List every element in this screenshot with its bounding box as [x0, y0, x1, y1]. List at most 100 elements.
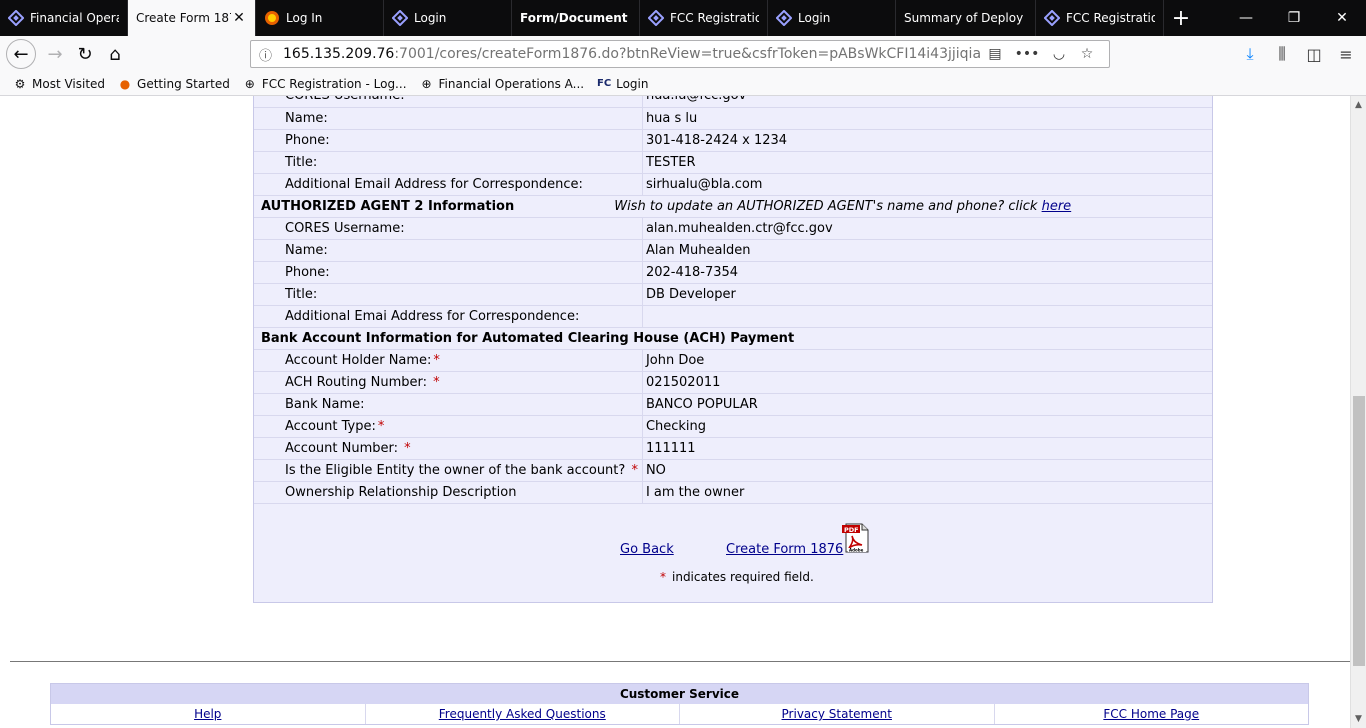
form-row: Name: hua s lu: [254, 107, 1212, 130]
footer-link[interactable]: FCC Home Page: [995, 704, 1309, 724]
globe-icon: ⊕: [421, 76, 432, 91]
firefox-icon: ●: [119, 76, 131, 91]
menu-button[interactable]: ≡: [1330, 39, 1362, 69]
bookmark-item[interactable]: FC Login: [596, 76, 648, 92]
field-value: 111111: [642, 437, 1212, 460]
form-row: Phone: 301-418-2424 x 1234: [254, 129, 1212, 152]
svg-text:Adobe: Adobe: [849, 547, 864, 552]
bookmark-label: FCC Registration - Log...: [261, 76, 407, 91]
tab-7[interactable]: Summary of Deploy: [896, 0, 1036, 36]
required-star: *: [631, 462, 638, 478]
required-star: *: [377, 418, 385, 434]
field-value: NO: [642, 459, 1212, 482]
field-value: 021502011: [642, 371, 1212, 394]
footer-link[interactable]: Frequently Asked Questions: [366, 704, 680, 724]
update-agent-here-link[interactable]: here: [1042, 199, 1072, 214]
adobe-pdf-icon[interactable]: PDF Adobe: [840, 522, 872, 554]
tab-8[interactable]: FCC Registration: [1036, 0, 1164, 36]
tab-1[interactable]: Create Form 1876✕: [128, 0, 256, 36]
field-label: Bank Name:: [254, 393, 643, 416]
forward-button[interactable]: →: [40, 39, 70, 69]
section-title: AUTHORIZED AGENT 2 Information: [261, 198, 515, 214]
go-back-link[interactable]: Go Back: [620, 542, 674, 557]
navigation-toolbar: ← → ↻ ⌂ ⓘ 165.135.209.76:7001/cores/crea…: [0, 36, 1366, 72]
tab-label: Form/Document Se: [520, 11, 631, 25]
reload-button[interactable]: ↻: [70, 39, 100, 69]
reader-view-icon[interactable]: ▤: [981, 46, 1009, 62]
library-button[interactable]: ⫼: [1266, 39, 1298, 69]
reload-icon: ↻: [77, 43, 93, 65]
minimize-icon[interactable]: —: [1222, 0, 1270, 36]
field-value: 202-418-7354: [642, 261, 1212, 284]
bookmark-label: Login: [616, 76, 649, 91]
bookmark-label: Financial Operations A...: [438, 76, 585, 91]
field-label-text: CORES Username:: [285, 220, 405, 236]
firefox-icon: [264, 10, 280, 26]
gear-icon: ⚙: [14, 76, 26, 91]
home-button[interactable]: ⌂: [100, 39, 130, 69]
url-bar[interactable]: ⓘ 165.135.209.76:7001/cores/createForm18…: [250, 40, 1110, 68]
tab-0[interactable]: Financial Operat: [0, 0, 128, 36]
sidebar-button[interactable]: ◫: [1298, 39, 1330, 69]
form-row: Title: DB Developer: [254, 283, 1212, 306]
field-label: CORES Username:*: [254, 96, 643, 108]
field-value: DB Developer: [642, 283, 1212, 306]
field-label: Additional Email Address for Corresponde…: [254, 173, 643, 196]
create-form-1876-link[interactable]: Create Form 1876: [726, 542, 843, 557]
tab-5[interactable]: FCC Registration: [640, 0, 768, 36]
field-label-text: Bank Name:: [285, 396, 365, 412]
field-label-text: Additional Email Address for Corresponde…: [285, 176, 583, 192]
bookmark-item[interactable]: ● Getting Started: [117, 76, 230, 92]
bookmark-item[interactable]: ⊕ FCC Registration - Log...: [242, 76, 407, 92]
scroll-up-icon[interactable]: ▲: [1351, 96, 1366, 114]
section-cell: AUTHORIZED AGENT 2 Information Wish to up…: [254, 195, 1212, 218]
field-label-text: Account Holder Name:: [285, 352, 432, 368]
footer-link[interactable]: Help: [51, 704, 366, 724]
site-info-icon[interactable]: ⓘ: [259, 45, 277, 64]
field-value: TESTER: [642, 151, 1212, 174]
bookmarks-toolbar: ⚙ Most Visited ● Getting Started ⊕ FCC Regist…: [0, 72, 1366, 96]
globe-icon: ⊕: [244, 76, 255, 91]
form-actions: Go Back Create Form 1876 PDF Adobe * indi…: [254, 504, 1212, 602]
tab-6[interactable]: Login: [768, 0, 896, 36]
form-row: Additional Email Address for Corresponde…: [254, 173, 1212, 196]
back-button[interactable]: ←: [6, 39, 36, 69]
form-review-table: CORES Username:*hua.lu@fcc.govName:hua s…: [254, 96, 1212, 504]
field-label-text: CORES Username:: [285, 96, 405, 103]
close-window-icon[interactable]: ✕: [1318, 0, 1366, 36]
field-label: ACH Routing Number: *: [254, 371, 643, 394]
pocket-icon[interactable]: ◡: [1045, 46, 1073, 62]
scrollbar-thumb[interactable]: [1353, 396, 1365, 666]
footer-link[interactable]: Privacy Statement: [680, 704, 995, 724]
field-value: sirhualu@bla.com: [642, 173, 1212, 196]
bookmark-label: Most Visited: [32, 76, 106, 91]
tab-2[interactable]: Log In: [256, 0, 384, 36]
scroll-down-icon[interactable]: ▼: [1351, 710, 1366, 728]
field-value: 301-418-2424 x 1234: [642, 129, 1212, 152]
field-value: John Doe: [642, 349, 1212, 372]
field-label-text: Account Number:: [285, 440, 403, 456]
restore-icon[interactable]: ❐: [1270, 0, 1318, 36]
field-label: Phone:: [254, 129, 643, 152]
new-tab-button[interactable]: +: [1164, 0, 1198, 36]
tab-label: Login: [414, 11, 447, 25]
field-label: Is the Eligible Entity the owner of the …: [254, 459, 643, 482]
page-content: CORES Username:*hua.lu@fcc.govName:hua s…: [0, 96, 1350, 728]
form-row: Bank Name: BANCO POPULAR: [254, 393, 1212, 416]
tab-label: FCC Registration: [1066, 11, 1155, 25]
page-scrollbar[interactable]: ▲ ▼: [1350, 96, 1366, 728]
bookmark-item[interactable]: ⊕ Financial Operations A...: [419, 76, 585, 92]
window-controls: — ❐ ✕: [1222, 0, 1366, 36]
form-row: Additional Emai Address for Corresponden…: [254, 305, 1212, 328]
downloads-button[interactable]: ⤓: [1234, 39, 1266, 69]
fcc-logo-icon: FC: [597, 78, 612, 89]
form-row: Is the Eligible Entity the owner of the …: [254, 459, 1212, 482]
form-row: ACH Routing Number: * 021502011: [254, 371, 1212, 394]
tab-3[interactable]: Login: [384, 0, 512, 36]
bookmark-item[interactable]: ⚙ Most Visited: [12, 76, 105, 92]
bookmark-star-icon[interactable]: ☆: [1073, 46, 1101, 62]
page-actions-icon[interactable]: •••: [1009, 46, 1045, 62]
tab-4[interactable]: Form/Document Se: [512, 0, 640, 36]
url-text[interactable]: 165.135.209.76:7001/cores/createForm1876…: [283, 46, 981, 62]
close-tab-icon[interactable]: ✕: [231, 10, 247, 26]
